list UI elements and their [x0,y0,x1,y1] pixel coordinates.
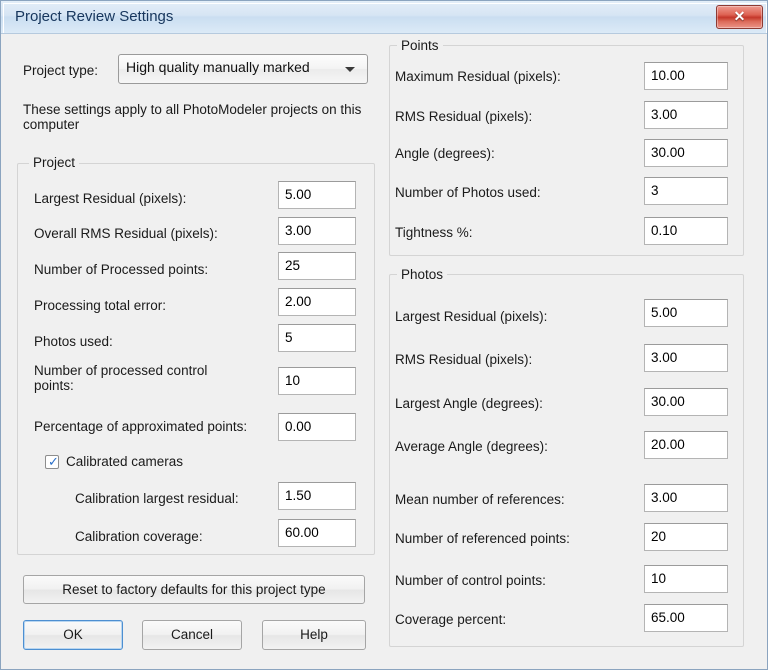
largest-residual-label: Largest Residual (pixels): [34,191,186,206]
points-maximum-residual-input[interactable]: 10.00 [644,62,728,90]
photos-used-label: Photos used: [34,334,113,349]
calibration-coverage-input[interactable]: 60.00 [278,519,356,547]
chevron-down-icon [345,67,355,72]
calibrated-cameras-label: Calibrated cameras [66,454,183,469]
number-processed-points-label: Number of Processed points: [34,262,208,277]
close-icon: ✕ [717,6,762,28]
reset-defaults-button[interactable]: Reset to factory defaults for this proje… [23,575,365,604]
calibrated-cameras-checkbox[interactable]: ✓ Calibrated cameras [45,454,215,472]
photos-coverage-percent-input[interactable]: 65.00 [644,604,728,632]
photos-largest-angle-input[interactable]: 30.00 [644,388,728,416]
percentage-approximated-points-label: Percentage of approximated points: [34,419,247,434]
percentage-approximated-points-input[interactable]: 0.00 [278,413,356,441]
ok-button[interactable]: OK [23,620,123,650]
points-rms-residual-input[interactable]: 3.00 [644,101,728,129]
points-group-legend: Points [397,38,443,53]
photos-largest-residual-label: Largest Residual (pixels): [395,309,547,324]
points-tightness-label: Tightness %: [395,225,473,240]
photos-number-control-points-input[interactable]: 10 [644,565,728,593]
points-angle-input[interactable]: 30.00 [644,139,728,167]
photos-used-input[interactable]: 5 [278,324,356,352]
photos-number-referenced-points-input[interactable]: 20 [644,523,728,551]
photos-mean-number-references-label: Mean number of references: [395,492,565,507]
settings-description: These settings apply to all PhotoModeler… [23,102,373,132]
calibration-largest-residual-input[interactable]: 1.50 [278,482,356,510]
calibration-coverage-label: Calibration coverage: [75,529,203,544]
checkbox-box: ✓ [45,455,59,469]
project-type-label: Project type: [23,63,98,78]
points-tightness-input[interactable]: 0.10 [644,217,728,245]
points-rms-residual-label: RMS Residual (pixels): [395,109,532,124]
photos-coverage-percent-label: Coverage percent: [395,612,506,627]
photos-largest-residual-input[interactable]: 5.00 [644,299,728,327]
project-review-settings-dialog: Project Review Settings ✕ Project type: … [0,0,768,670]
photos-group-legend: Photos [397,267,447,282]
points-number-photos-used-input[interactable]: 3 [644,177,728,205]
photos-rms-residual-input[interactable]: 3.00 [644,344,728,372]
title-bar: Project Review Settings ✕ [1,1,768,34]
processing-total-error-input[interactable]: 2.00 [278,288,356,316]
window-title: Project Review Settings [15,8,173,25]
close-button[interactable]: ✕ [716,5,763,29]
project-group-legend: Project [29,155,79,170]
processing-total-error-label: Processing total error: [34,298,166,313]
check-icon: ✓ [48,454,60,468]
project-type-value: High quality manually marked [126,59,310,75]
calibration-largest-residual-label: Calibration largest residual: [75,491,239,506]
photos-number-referenced-points-label: Number of referenced points: [395,531,570,546]
points-maximum-residual-label: Maximum Residual (pixels): [395,69,561,84]
photos-largest-angle-label: Largest Angle (degrees): [395,396,543,411]
largest-residual-input[interactable]: 5.00 [278,181,356,209]
points-number-photos-used-label: Number of Photos used: [395,185,541,200]
number-processed-points-input[interactable]: 25 [278,252,356,280]
number-processed-control-points-input[interactable]: 10 [278,367,356,395]
number-processed-control-points-label: Number of processed control points: [34,363,234,393]
photos-number-control-points-label: Number of control points: [395,573,546,588]
photos-rms-residual-label: RMS Residual (pixels): [395,352,532,367]
project-type-select[interactable]: High quality manually marked [118,54,368,84]
overall-rms-residual-label: Overall RMS Residual (pixels): [34,226,218,241]
points-angle-label: Angle (degrees): [395,146,495,161]
overall-rms-residual-input[interactable]: 3.00 [278,217,356,245]
photos-average-angle-input[interactable]: 20.00 [644,431,728,459]
photos-mean-number-references-input[interactable]: 3.00 [644,484,728,512]
photos-average-angle-label: Average Angle (degrees): [395,439,548,454]
cancel-button[interactable]: Cancel [142,620,242,650]
help-button[interactable]: Help [262,620,366,650]
